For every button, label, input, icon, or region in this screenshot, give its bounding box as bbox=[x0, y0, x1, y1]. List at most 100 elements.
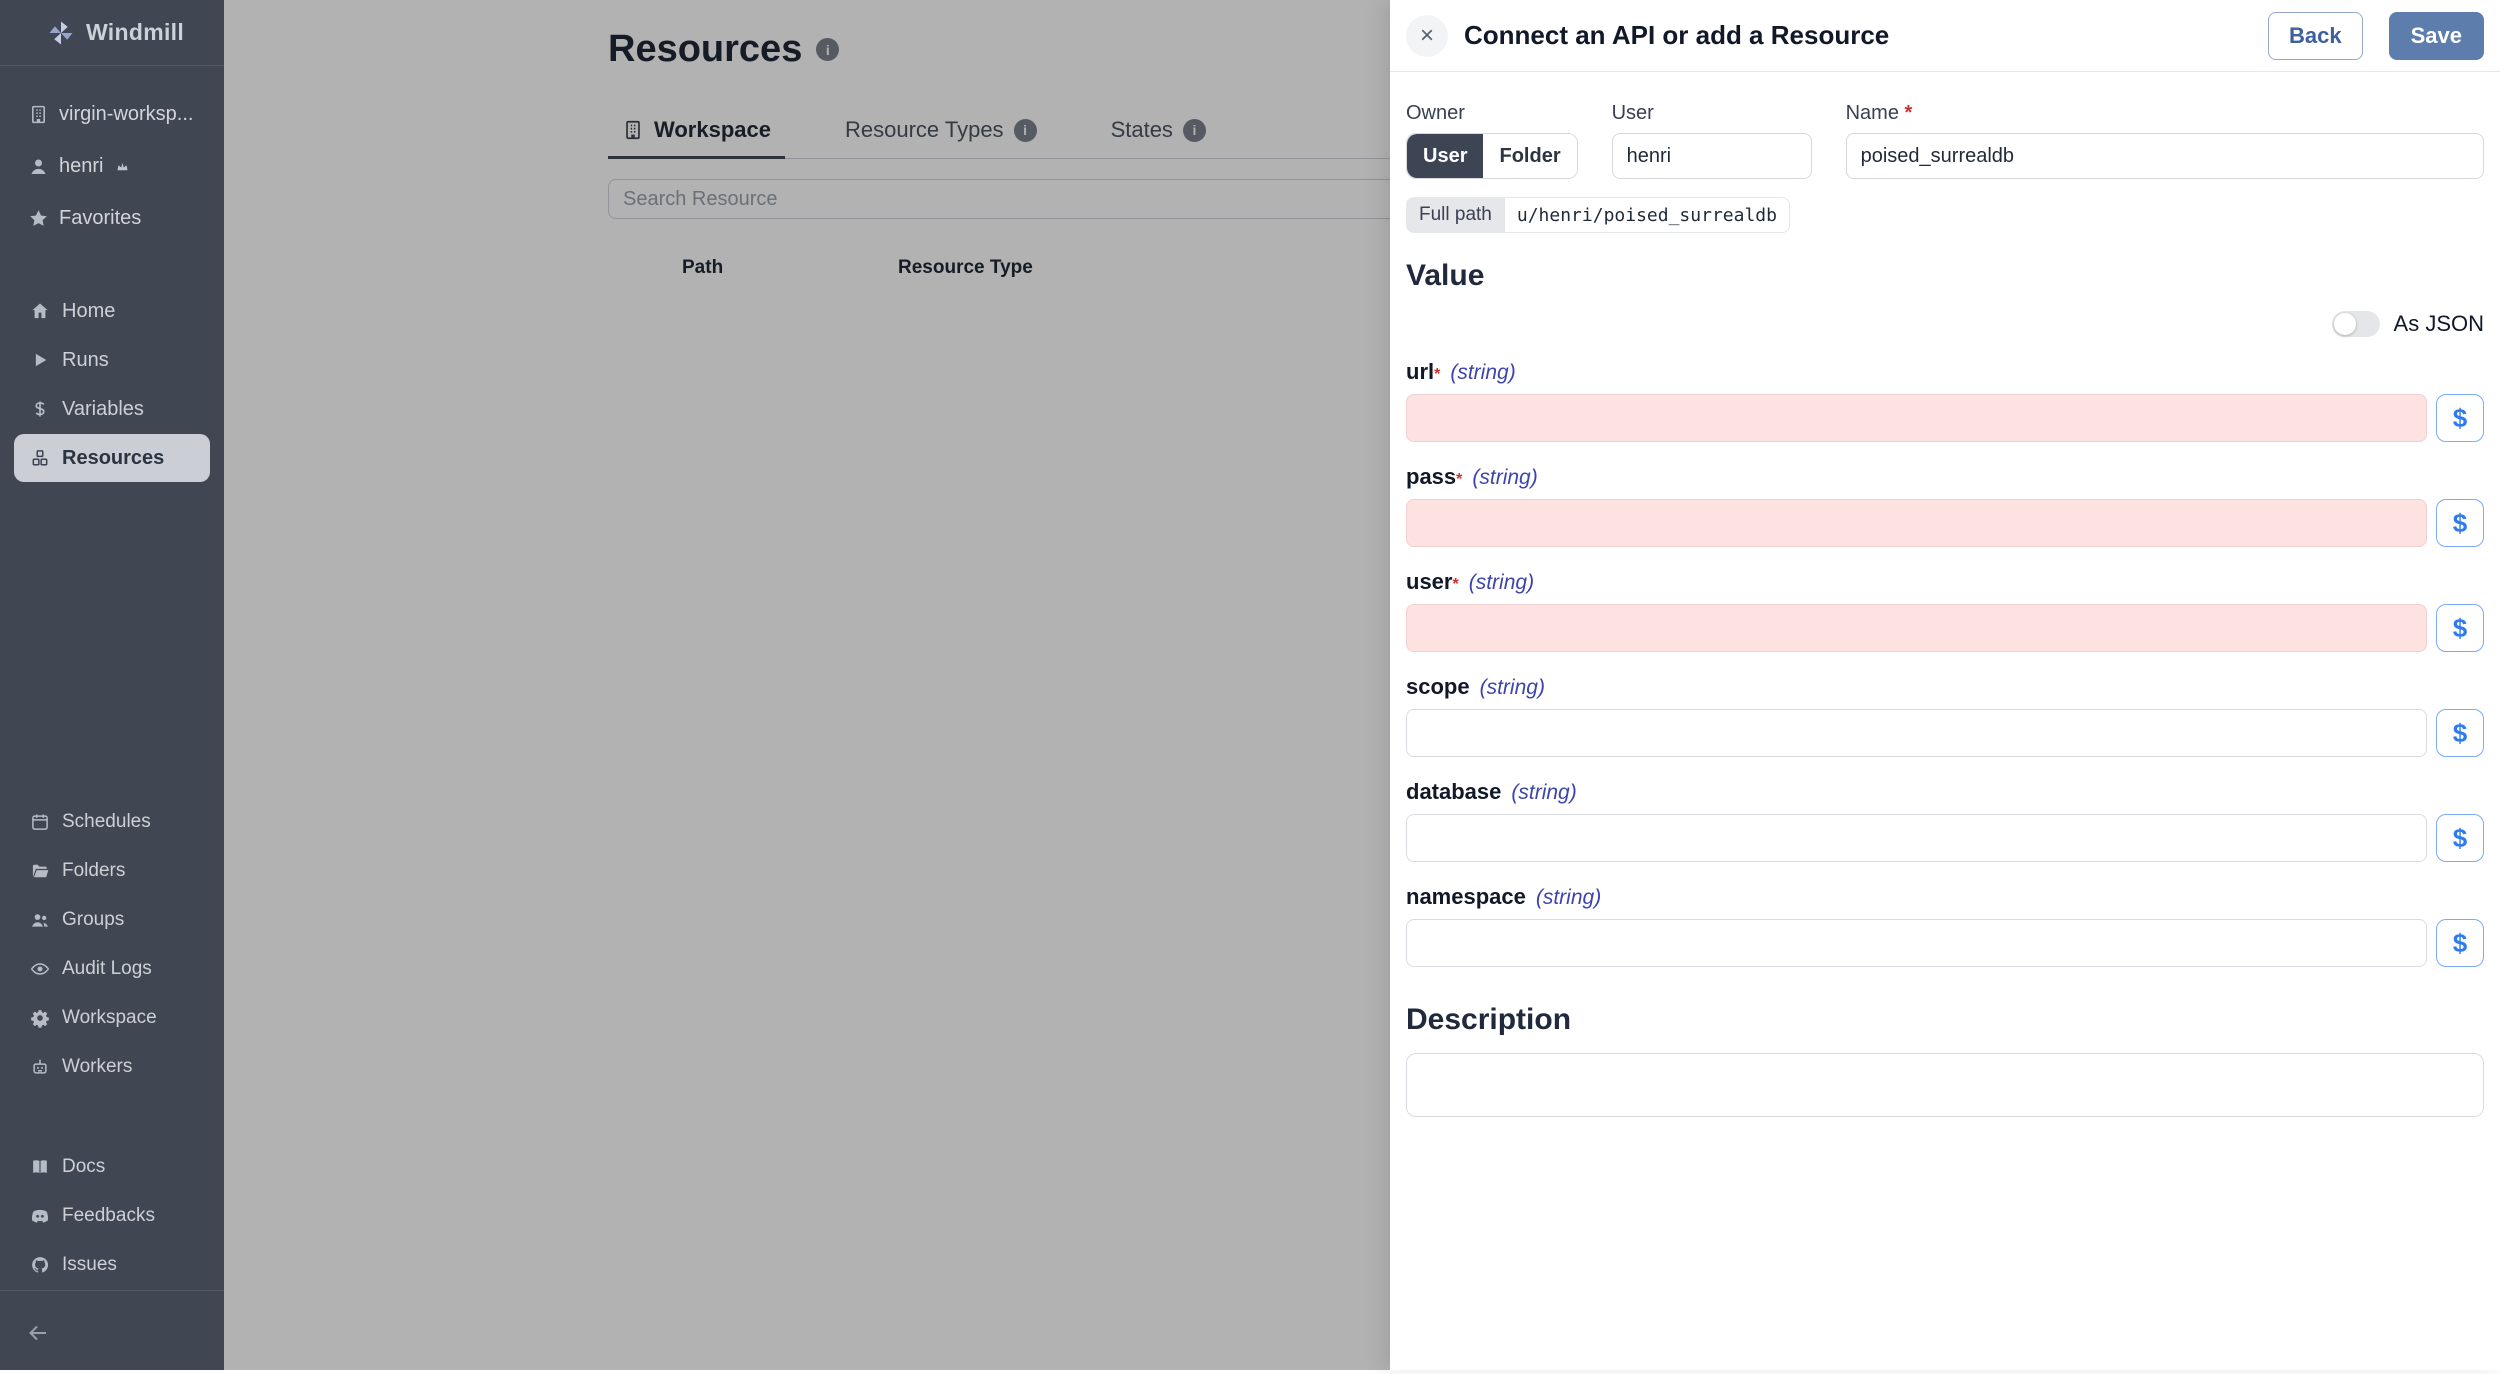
user-icon bbox=[28, 156, 49, 177]
robot-icon bbox=[30, 1057, 50, 1077]
pass-input[interactable] bbox=[1406, 499, 2427, 547]
field-label: scope (string) bbox=[1406, 674, 2484, 700]
name-label: Name * bbox=[1845, 102, 1913, 124]
play-icon bbox=[30, 350, 50, 370]
resource-field-user: user * (string) $ bbox=[1406, 569, 2484, 652]
close-button[interactable]: × bbox=[1406, 14, 1448, 57]
sidebar-item-label: virgin-worksp... bbox=[59, 102, 194, 125]
insert-variable-button[interactable]: $ bbox=[2436, 499, 2484, 547]
owner-row: Owner User Folder User Name * bbox=[1406, 102, 2484, 179]
owner-option-user[interactable]: User bbox=[1407, 134, 1484, 178]
sidebar-item-label: Schedules bbox=[62, 811, 151, 832]
sidebar-item-label: Home bbox=[62, 299, 116, 322]
field-input-row: $ bbox=[1406, 709, 2484, 757]
sidebar-item-label: Runs bbox=[62, 348, 109, 371]
user-group: User bbox=[1611, 102, 1812, 179]
sidebar-item-label: Feedbacks bbox=[62, 1205, 155, 1226]
namespace-input[interactable] bbox=[1406, 919, 2427, 967]
logo-row[interactable]: Windmill bbox=[0, 0, 224, 66]
insert-variable-button[interactable]: $ bbox=[2436, 709, 2484, 757]
close-icon: × bbox=[1419, 21, 1434, 49]
field-name: pass bbox=[1406, 464, 1457, 489]
drawer-body: Owner User Folder User Name * Full path bbox=[1390, 102, 2500, 1122]
name-input[interactable] bbox=[1845, 133, 2484, 179]
sidebar-item-schedules[interactable]: Schedules bbox=[14, 798, 210, 846]
sidebar-item-henri[interactable]: henri bbox=[0, 140, 224, 192]
sidebar-item-favorites[interactable]: Favorites bbox=[0, 192, 224, 244]
owner-toggle: User Folder bbox=[1406, 133, 1578, 179]
sidebar-item-docs[interactable]: Docs bbox=[14, 1143, 210, 1191]
sidebar-item-resources[interactable]: Resources bbox=[14, 434, 210, 482]
owner-group: Owner User Folder bbox=[1406, 102, 1578, 179]
description-textarea[interactable] bbox=[1406, 1053, 2484, 1117]
sidebar-footer-section: Docs Feedbacks Issues bbox=[0, 1142, 224, 1290]
field-type: (string) bbox=[1468, 571, 1535, 594]
field-name: scope bbox=[1406, 674, 1470, 699]
insert-variable-button[interactable]: $ bbox=[2436, 604, 2484, 652]
full-path-badge: Full path u/henri/poised_surrealdb bbox=[1406, 197, 1790, 233]
name-group: Name * bbox=[1845, 102, 2484, 179]
required-asterisk: * bbox=[1452, 576, 1459, 593]
url-input[interactable] bbox=[1406, 394, 2427, 442]
users-icon bbox=[30, 910, 50, 930]
description-heading: Description bbox=[1406, 1003, 1572, 1036]
gear-icon bbox=[30, 1008, 50, 1028]
user-input[interactable] bbox=[1406, 604, 2427, 652]
sidebar-item-workers[interactable]: Workers bbox=[14, 1043, 210, 1091]
resource-field-database: database (string) $ bbox=[1406, 779, 2484, 862]
back-button[interactable]: Back bbox=[2268, 11, 2363, 60]
sidebar-item-label: Docs bbox=[62, 1156, 106, 1177]
save-button[interactable]: Save bbox=[2388, 11, 2484, 60]
as-json-label: As JSON bbox=[2393, 311, 2484, 336]
brand-name: Windmill bbox=[86, 19, 185, 45]
field-type: (string) bbox=[1511, 781, 1577, 804]
sidebar-item-runs[interactable]: Runs bbox=[14, 336, 210, 384]
sidebar-item-feedbacks[interactable]: Feedbacks bbox=[14, 1192, 210, 1240]
required-asterisk: * bbox=[1456, 471, 1463, 488]
required-asterisk: * bbox=[1434, 366, 1441, 383]
field-input-row: $ bbox=[1406, 919, 2484, 967]
field-type: (string) bbox=[1472, 466, 1538, 489]
sidebar-item-virgin-worksp[interactable]: virgin-worksp... bbox=[0, 88, 224, 140]
insert-variable-button[interactable]: $ bbox=[2436, 814, 2484, 862]
sidebar-item-label: Variables bbox=[62, 397, 144, 420]
field-label: user * (string) bbox=[1406, 569, 2484, 595]
user-input[interactable] bbox=[1611, 133, 1812, 179]
cubes-icon bbox=[30, 448, 50, 468]
sidebar-item-workspace[interactable]: Workspace bbox=[14, 994, 210, 1042]
sidebar-item-label: Audit Logs bbox=[62, 958, 152, 979]
database-input[interactable] bbox=[1406, 814, 2427, 862]
eye-icon bbox=[30, 959, 50, 979]
value-heading: Value bbox=[1406, 259, 1485, 292]
sidebar-item-label: Folders bbox=[62, 860, 126, 881]
dollar-icon bbox=[30, 399, 50, 419]
sidebar-item-label: Favorites bbox=[59, 206, 142, 229]
sidebar-item-folders[interactable]: Folders bbox=[14, 847, 210, 895]
insert-variable-button[interactable]: $ bbox=[2436, 394, 2484, 442]
sidebar-item-variables[interactable]: Variables bbox=[14, 385, 210, 433]
resource-field-namespace: namespace (string) $ bbox=[1406, 884, 2484, 967]
drawer-title: Connect an API or add a Resource bbox=[1464, 20, 1890, 50]
toggle-knob bbox=[2333, 313, 2356, 335]
sidebar-item-home[interactable]: Home bbox=[14, 287, 210, 335]
sidebar-item-issues[interactable]: Issues bbox=[14, 1241, 210, 1289]
scope-input[interactable] bbox=[1406, 709, 2427, 757]
github-icon bbox=[30, 1255, 50, 1275]
sidebar-top-section: virgin-worksp... henri Favorites bbox=[0, 66, 224, 244]
field-name: url bbox=[1406, 359, 1435, 384]
home-icon bbox=[30, 301, 50, 321]
owner-option-folder[interactable]: Folder bbox=[1483, 134, 1577, 178]
collapse-arrow-icon[interactable] bbox=[26, 1321, 50, 1345]
discord-icon bbox=[30, 1206, 50, 1226]
crown-icon bbox=[115, 159, 130, 174]
book-icon bbox=[30, 1157, 50, 1177]
sidebar-item-audit-logs[interactable]: Audit Logs bbox=[14, 945, 210, 993]
as-json-toggle[interactable] bbox=[2331, 311, 2380, 337]
resource-field-pass: pass * (string) $ bbox=[1406, 464, 2484, 547]
field-input-row: $ bbox=[1406, 604, 2484, 652]
owner-label: Owner bbox=[1406, 102, 1465, 124]
building-icon bbox=[28, 104, 49, 125]
sidebar-item-groups[interactable]: Groups bbox=[14, 896, 210, 944]
insert-variable-button[interactable]: $ bbox=[2436, 919, 2484, 967]
sidebar-item-label: henri bbox=[59, 154, 104, 177]
